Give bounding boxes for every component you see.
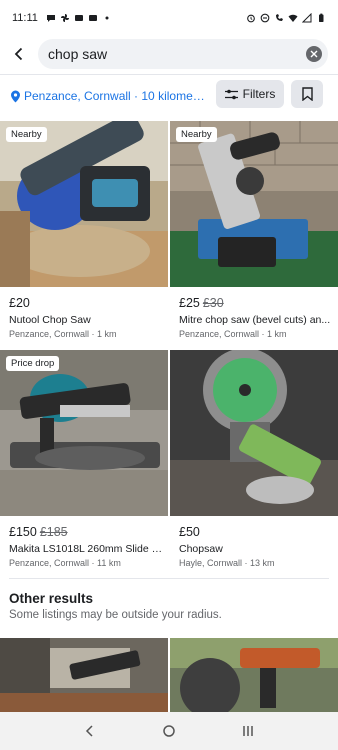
listing-price: £50 (179, 525, 200, 539)
search-input[interactable]: chop saw (48, 46, 288, 62)
listing-photo[interactable]: Nearby (0, 121, 168, 287)
system-navigation-bar (0, 712, 338, 750)
listing-price-row: £150 £185 (9, 525, 68, 539)
listing-price: £25 (179, 296, 200, 310)
listing-photo[interactable] (170, 350, 338, 516)
section-divider (9, 578, 329, 579)
listing-price: £150 (9, 525, 37, 539)
wifi-call-icon (276, 14, 283, 21)
mail-icon-2 (88, 15, 97, 21)
location-selector[interactable]: Penzance, Cornwall · 10 kilometr... (10, 86, 210, 106)
makita-saw-photo (0, 350, 168, 516)
status-bar: 11:11 (0, 0, 338, 36)
chop-saw-photo (0, 121, 168, 287)
close-icon (310, 50, 318, 58)
dot-icon (105, 16, 109, 20)
other-result-photo (0, 638, 168, 712)
fan-icon (60, 14, 69, 22)
search-bar[interactable]: chop saw (38, 39, 328, 69)
home-circle-icon (163, 725, 175, 737)
listing-price-row: £50 (179, 525, 200, 539)
listing-location: Hayle, Cornwall · 13 km (179, 558, 275, 568)
nav-home-button[interactable] (153, 717, 185, 745)
chopsaw-photo (170, 350, 338, 516)
back-arrow-icon (14, 47, 23, 61)
mail-icon (74, 15, 83, 21)
do-not-disturb-icon (260, 13, 270, 23)
filters-button[interactable]: Filters (216, 80, 284, 108)
status-time: 11:11 (12, 12, 38, 24)
header-divider (0, 74, 338, 75)
listing-title: Nutool Chop Saw (9, 314, 91, 326)
listing-price: £20 (9, 296, 30, 310)
listing-badge: Price drop (6, 356, 60, 371)
mitre-saw-photo (170, 121, 338, 287)
listing-photo[interactable]: Price drop (0, 350, 168, 516)
search-header: chop saw (0, 38, 338, 70)
notification-icons (46, 13, 112, 23)
listing-title: Mitre chop saw (bevel cuts) an... (179, 314, 331, 326)
listing-card[interactable]: £50 Chopsaw Hayle, Cornwall · 13 km (170, 350, 338, 570)
alarm-icon (247, 14, 255, 23)
listing-card[interactable]: Price drop £150 £185 Makita LS1018L 260mm… (0, 350, 168, 570)
listing-original-price: £30 (202, 296, 224, 310)
signal-icon (302, 13, 312, 23)
bookmark-icon (301, 87, 313, 101)
listing-title: Makita LS1018L 260mm Slide C... (9, 543, 164, 555)
listing-photo[interactable]: Nearby (170, 121, 338, 287)
recents-icon (243, 726, 254, 736)
save-search-button[interactable] (291, 80, 323, 108)
listing-card[interactable]: Nearby £25 £30 Mitre chop saw (bevel cuts… (170, 121, 338, 341)
system-icons (246, 13, 326, 23)
location-label: Penzance, Cornwall · 10 kilometr... (24, 89, 208, 103)
nav-recents-button[interactable] (232, 717, 264, 745)
listing-title: Chopsaw (179, 543, 223, 555)
other-results-subtitle: Some listings may be outside your radius… (9, 609, 222, 621)
listing-card[interactable]: Nearby £20 Nutool Chop Saw Penzance, Cor… (0, 121, 168, 341)
listing-photo[interactable] (170, 638, 338, 712)
back-button[interactable] (0, 38, 38, 70)
listing-price-row: £20 (9, 296, 30, 310)
chevron-left-icon (85, 725, 93, 737)
listing-badge: Nearby (176, 127, 217, 142)
location-pin-icon (11, 90, 20, 102)
listing-location: Penzance, Cornwall · 11 km (9, 558, 121, 568)
location-filter-bar: Penzance, Cornwall · 10 kilometr... Filt… (0, 80, 338, 110)
chat-icon (46, 15, 55, 22)
sliders-icon (224, 89, 238, 99)
clear-search-button[interactable] (306, 46, 322, 62)
wifi-icon (288, 14, 298, 22)
other-results-heading: Other results (9, 591, 94, 606)
listing-original-price: £185 (39, 525, 68, 539)
listing-photo[interactable] (0, 638, 168, 712)
filters-label: Filters (242, 87, 276, 101)
listing-location: Penzance, Cornwall · 1 km (9, 329, 117, 339)
listing-price-row: £25 £30 (179, 296, 224, 310)
nav-back-button[interactable] (74, 717, 106, 745)
listing-location: Penzance, Cornwall · 1 km (179, 329, 287, 339)
other-result-photo (170, 638, 338, 712)
listing-badge: Nearby (6, 127, 47, 142)
battery-icon (319, 13, 324, 22)
